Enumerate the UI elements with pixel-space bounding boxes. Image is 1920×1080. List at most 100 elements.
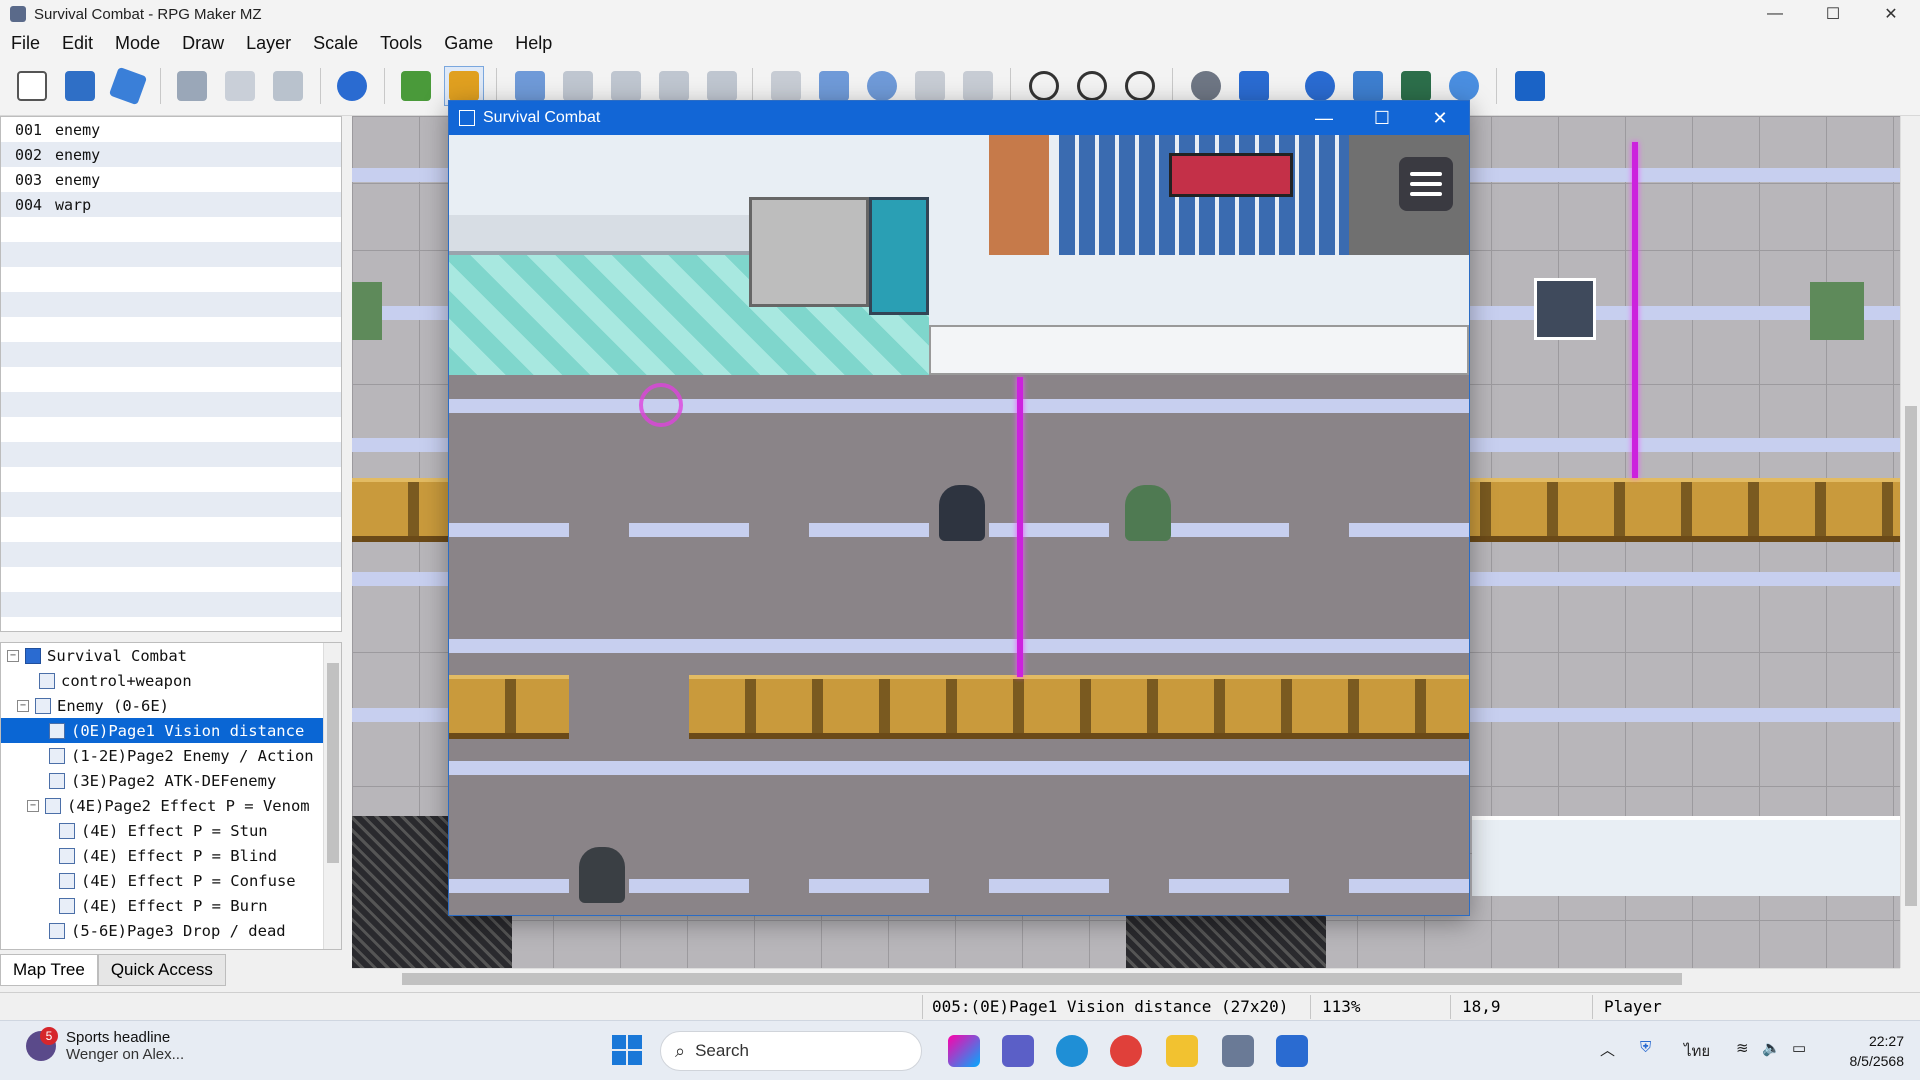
new-project-button[interactable] — [12, 66, 52, 106]
list-item[interactable] — [1, 492, 341, 517]
list-item[interactable] — [1, 217, 341, 242]
menu-edit[interactable]: Edit — [51, 33, 104, 54]
map-icon — [59, 872, 75, 889]
tree-item-map[interactable]: − Enemy (0-6E) — [1, 693, 341, 718]
copy-icon — [225, 71, 255, 101]
list-item[interactable] — [1, 392, 341, 417]
shield-icon[interactable]: ⛨ — [1640, 1039, 1651, 1056]
tree-item-map[interactable]: (4E) Effect P = Stun — [1, 818, 341, 843]
game-maximize-button[interactable]: ☐ — [1353, 101, 1411, 135]
list-item[interactable] — [1, 267, 341, 292]
file-explorer-icon[interactable] — [1166, 1035, 1198, 1067]
tree-scrollbar[interactable] — [323, 643, 341, 949]
list-item[interactable]: 004 warp — [1, 192, 341, 217]
list-item[interactable] — [1, 467, 341, 492]
tree-item-map[interactable]: (1-2E)Page2 Enemy / Action — [1, 743, 341, 768]
map-vertical-scrollbar[interactable] — [1900, 116, 1920, 968]
list-item[interactable]: 002 enemy — [1, 142, 341, 167]
system-clock[interactable]: 22:27 8/5/2568 — [1836, 1031, 1905, 1071]
list-item[interactable] — [1, 342, 341, 367]
metal-grate — [1126, 912, 1326, 968]
map-vscroll-thumb[interactable] — [1905, 406, 1917, 906]
chevron-up-icon[interactable]: ︿ — [1600, 1039, 1615, 1060]
game-minimize-button[interactable]: — — [1295, 101, 1353, 135]
collapse-icon[interactable]: − — [7, 649, 19, 662]
tree-item-map[interactable]: (4E) Effect P = Blind — [1, 843, 341, 868]
minimize-button[interactable]: — — [1746, 0, 1804, 28]
close-button[interactable]: ✕ — [1862, 0, 1920, 28]
game-menu-button[interactable] — [1399, 157, 1453, 211]
open-project-button[interactable] — [60, 66, 100, 106]
tree-item-map[interactable]: control+weapon — [1, 668, 341, 693]
tree-scroll-thumb[interactable] — [327, 663, 339, 863]
list-item[interactable] — [1, 367, 341, 392]
list-item[interactable] — [1, 242, 341, 267]
volume-icon[interactable]: 🔈 — [1762, 1039, 1781, 1057]
game-close-button[interactable]: ✕ — [1411, 101, 1469, 135]
tab-map-tree[interactable]: Map Tree — [0, 954, 98, 986]
tree-item-map-selected[interactable]: (0E)Page1 Vision distance — [1, 718, 341, 743]
search-icon: ⌕ — [675, 1040, 686, 1061]
rpgmaker-taskbar-icon[interactable] — [1222, 1035, 1254, 1067]
map-mode-button[interactable] — [396, 66, 436, 106]
menu-mode[interactable]: Mode — [104, 33, 171, 54]
menu-file[interactable]: File — [0, 33, 51, 54]
playtest-button[interactable] — [1510, 66, 1550, 106]
cut-button[interactable] — [172, 66, 212, 106]
menu-draw[interactable]: Draw — [171, 33, 235, 54]
tab-quick-access[interactable]: Quick Access — [97, 954, 226, 986]
list-item[interactable] — [1, 417, 341, 442]
taskbar-search[interactable]: ⌕ Search — [660, 1031, 922, 1071]
list-item[interactable] — [1, 592, 341, 617]
tree-item-map[interactable]: − (4E)Page2 Effect P = Venom — [1, 793, 341, 818]
tree-item-map[interactable]: (3E)Page2 ATK-DEFenemy — [1, 768, 341, 793]
edge-icon[interactable] — [1056, 1035, 1088, 1067]
paste-button[interactable] — [268, 66, 308, 106]
tree-item-map[interactable]: (4E) Effect P = Confuse — [1, 868, 341, 893]
rectangle-icon — [819, 71, 849, 101]
collapse-icon[interactable]: − — [17, 699, 29, 712]
map-icon — [59, 822, 75, 839]
player-event-marker[interactable] — [1534, 278, 1596, 340]
list-item[interactable]: 003 enemy — [1, 167, 341, 192]
save-project-button[interactable] — [108, 66, 148, 106]
list-item[interactable] — [1, 567, 341, 592]
enemy-event-marker[interactable] — [352, 282, 382, 340]
collapse-icon[interactable]: − — [27, 799, 39, 812]
map-icon — [45, 797, 61, 814]
game-taskbar-icon[interactable] — [1276, 1035, 1308, 1067]
menu-layer[interactable]: Layer — [235, 33, 302, 54]
start-button[interactable] — [612, 1035, 642, 1065]
layer-icon — [659, 71, 689, 101]
menu-scale[interactable]: Scale — [302, 33, 369, 54]
list-item[interactable] — [1, 317, 341, 342]
tree-item-map[interactable]: (5-6E)Page3 Drop / dead — [1, 918, 341, 943]
list-item[interactable]: 001 enemy — [1, 117, 341, 142]
map-horizontal-scrollbar[interactable] — [352, 968, 1900, 988]
game-viewport[interactable] — [449, 135, 1469, 915]
wifi-icon[interactable]: ≋ — [1736, 1039, 1749, 1057]
chrome-icon[interactable] — [1110, 1035, 1142, 1067]
enemy-event-marker[interactable] — [1810, 282, 1864, 340]
copilot-icon[interactable] — [948, 1035, 980, 1067]
list-item[interactable] — [1, 442, 341, 467]
battery-icon[interactable]: ▭ — [1792, 1039, 1806, 1057]
copy-button[interactable] — [220, 66, 260, 106]
zoom-reset-icon — [1125, 71, 1155, 101]
teams-icon[interactable] — [1002, 1035, 1034, 1067]
menu-tools[interactable]: Tools — [369, 33, 433, 54]
tree-item-project[interactable]: − Survival Combat — [1, 643, 341, 668]
road-lane — [989, 523, 1109, 537]
map-hscroll-thumb[interactable] — [402, 973, 1682, 985]
status-coords: 18,9 — [1462, 997, 1501, 1016]
menu-game[interactable]: Game — [433, 33, 504, 54]
list-item[interactable] — [1, 517, 341, 542]
undo-button[interactable] — [332, 66, 372, 106]
list-item[interactable] — [1, 542, 341, 567]
tree-item-map[interactable]: (4E) Effect P = Burn — [1, 893, 341, 918]
list-item[interactable] — [1, 292, 341, 317]
maximize-button[interactable]: ☐ — [1804, 0, 1862, 28]
news-widget[interactable]: 5 Sports headline Wenger on Alex... — [26, 1027, 184, 1063]
language-indicator[interactable]: ไทย — [1684, 1039, 1710, 1063]
menu-help[interactable]: Help — [504, 33, 563, 54]
